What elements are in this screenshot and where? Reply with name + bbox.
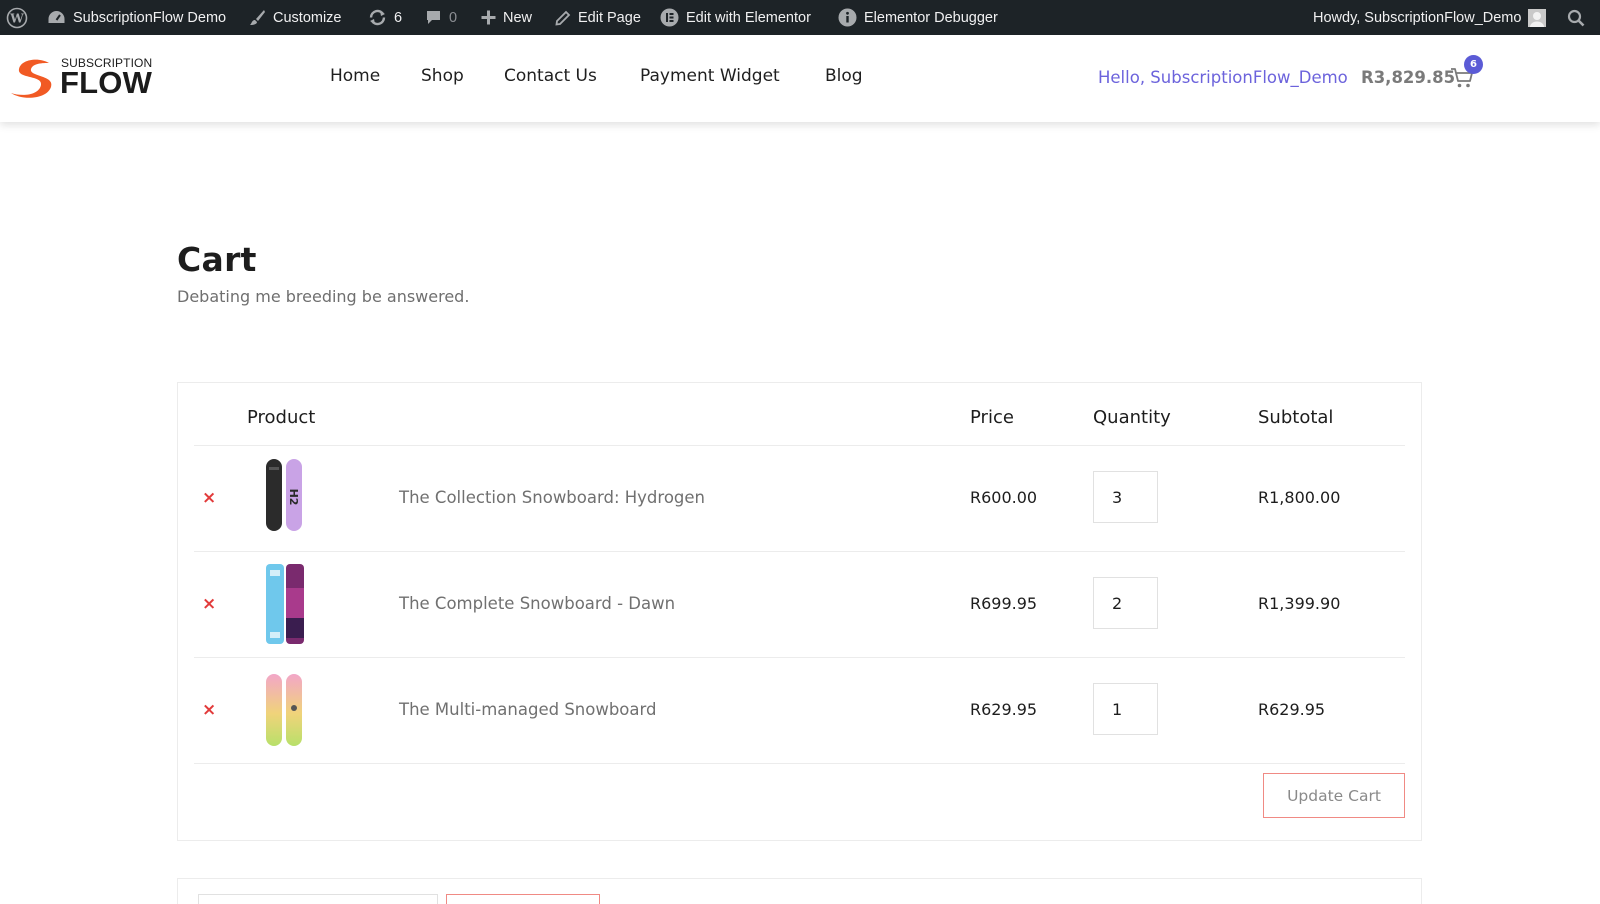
avatar [1528,8,1547,27]
update-cart-button[interactable]: Update Cart [1263,773,1405,818]
comments-count: 0 [449,9,458,26]
quantity-input[interactable]: 2 [1093,577,1158,629]
product-subtotal: R1,800.00 [1258,488,1341,507]
column-header-product: Product [247,407,316,428]
elementor-debugger-menu[interactable]: Elementor Debugger [838,0,998,35]
product-thumbnail[interactable]: H2 [260,457,308,541]
table-row: × H2 The Collection Snowboard: Hydrogen … [178,446,1423,551]
product-subtotal: R629.95 [1258,700,1326,719]
quantity-input[interactable]: 1 [1093,683,1158,735]
customize-label: Customize [273,9,342,26]
elementor-icon [660,8,679,27]
new-content-menu[interactable]: New [481,0,532,35]
coupon-section [177,878,1422,904]
nav-item-contact-us[interactable]: Contact Us [504,66,597,86]
elementor-debugger-label: Elementor Debugger [864,9,998,26]
edit-page-label: Edit Page [578,9,641,26]
pencil-icon [555,10,571,26]
comments-menu[interactable]: 0 [425,0,457,35]
remove-item-icon[interactable]: × [202,702,216,719]
remove-item-icon[interactable]: × [202,490,216,507]
column-header-subtotal: Subtotal [1258,407,1334,428]
account-greeting-link[interactable]: Hello, SubscriptionFlow_Demo [1098,68,1348,87]
product-subtotal: R1,399.90 [1258,594,1341,613]
product-name-link[interactable]: The Complete Snowboard - Dawn [399,594,675,613]
my-account-menu[interactable]: Howdy, SubscriptionFlow_Demo [1313,0,1547,35]
edit-with-elementor-link[interactable]: Edit with Elementor [660,0,811,35]
header-cart-total[interactable]: R3,829.85 [1361,68,1455,87]
table-row: × The Multi-managed Snowboard R629.95 1 … [178,658,1423,763]
product-price: R629.95 [970,700,1038,719]
quantity-input[interactable]: 3 [1093,471,1158,523]
wordpress-logo-icon[interactable]: W [6,0,28,35]
edit-page-link[interactable]: Edit Page [555,0,641,35]
nav-item-payment-widget[interactable]: Payment Widget [640,66,780,86]
info-icon [838,8,857,27]
svg-text:H2: H2 [287,489,300,506]
table-row: × The Complete Snowboard - Dawn R699.95 … [178,552,1423,657]
subscriptionflow-logo[interactable]: SUBSCRIPTION FLOW [9,55,153,100]
nav-item-home[interactable]: Home [330,66,380,86]
product-price: R600.00 [970,488,1038,507]
wp-admin-bar: W SubscriptionFlow Demo Customize 6 0 Ne… [0,0,1600,35]
comment-icon [425,10,442,26]
site-header: SUBSCRIPTION FLOW Home Shop Contact Us P… [0,35,1600,122]
updates-menu[interactable]: 6 [368,0,402,35]
svg-text:W: W [9,11,24,25]
howdy-label: Howdy, SubscriptionFlow_Demo [1313,9,1522,26]
coupon-code-input[interactable] [198,894,438,904]
page-subtitle: Debating me breeding be answered. [177,287,470,306]
product-price: R699.95 [970,594,1038,613]
cart-count-badge: 6 [1464,55,1483,74]
logo-swoosh-icon [11,59,52,98]
apply-coupon-button[interactable] [446,894,600,904]
admin-search-icon[interactable] [1567,0,1585,35]
nav-item-blog[interactable]: Blog [825,66,863,86]
column-header-price: Price [970,407,1014,428]
brush-icon [249,9,266,26]
dashboard-icon [47,10,66,26]
remove-item-icon[interactable]: × [202,596,216,613]
table-divider [194,763,1405,764]
site-name-label: SubscriptionFlow Demo [73,9,227,26]
nav-item-shop[interactable]: Shop [421,66,464,86]
updates-count: 6 [394,9,403,26]
column-header-quantity: Quantity [1093,407,1171,428]
refresh-icon [368,9,387,26]
page-title: Cart [177,240,257,279]
new-label: New [503,9,533,26]
edit-elementor-label: Edit with Elementor [686,9,811,26]
plus-icon [481,10,496,25]
product-name-link[interactable]: The Multi-managed Snowboard [399,700,656,719]
cart-table: Product Price Quantity Subtotal × H2 The… [177,382,1422,841]
product-thumbnail[interactable] [260,672,308,756]
logo-main-text: FLOW [60,65,153,100]
site-name-menu[interactable]: SubscriptionFlow Demo [47,0,226,35]
product-name-link[interactable]: The Collection Snowboard: Hydrogen [399,488,705,507]
product-thumbnail[interactable] [260,562,308,646]
customize-menu[interactable]: Customize [249,0,342,35]
